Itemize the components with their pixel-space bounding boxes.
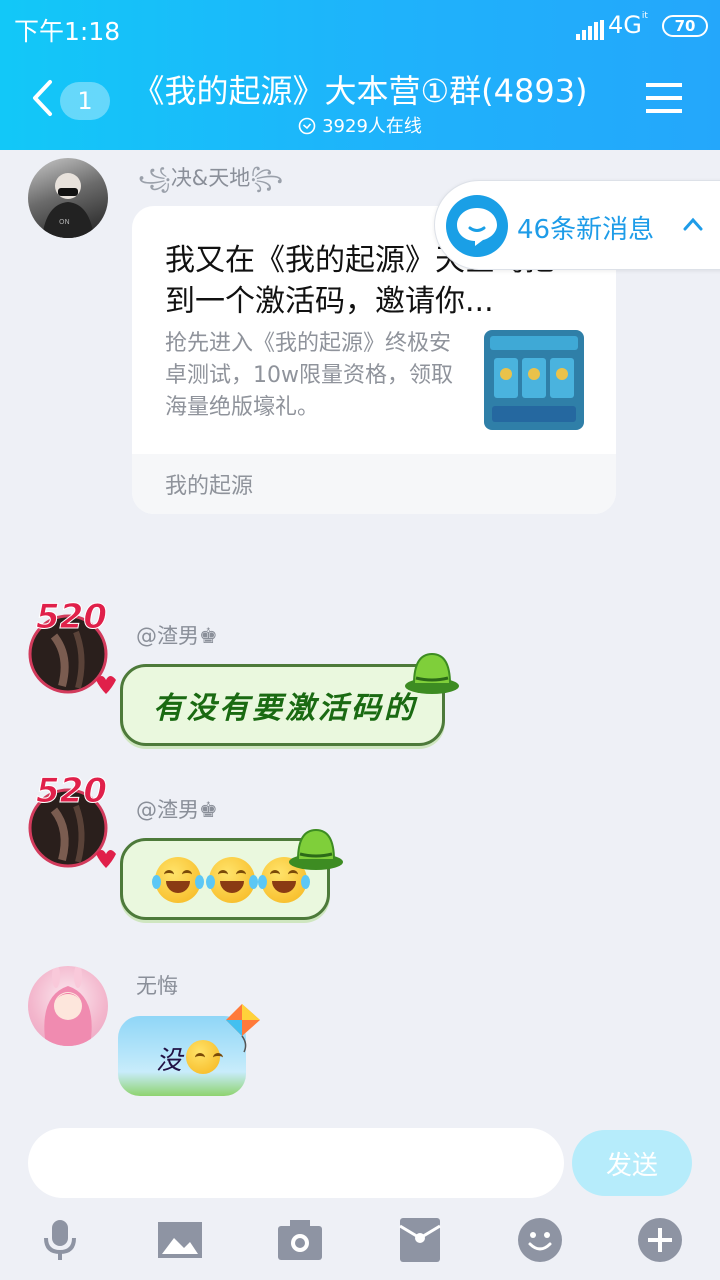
avatar[interactable] bbox=[28, 966, 108, 1046]
emoji-icon[interactable] bbox=[516, 1216, 564, 1264]
laughing-crying-emoji-icon bbox=[186, 1040, 223, 1074]
kite-icon bbox=[226, 1004, 260, 1053]
avatar[interactable]: 520 bbox=[26, 770, 116, 870]
online-count-label: 3929人在线 bbox=[322, 116, 422, 137]
svg-text:520: 520 bbox=[36, 771, 107, 811]
chat-header: 下午1:18 4Git 70 1 《我的起源》大本营①群(4893) 3929人… bbox=[0, 0, 720, 150]
plus-icon[interactable] bbox=[636, 1216, 684, 1264]
green-hat-icon bbox=[405, 652, 459, 694]
svg-text:ON: ON bbox=[59, 218, 70, 226]
avatar[interactable]: 520 bbox=[26, 596, 116, 696]
message-text: 有没有要激活码的 bbox=[153, 691, 417, 726]
message-input[interactable] bbox=[28, 1128, 564, 1198]
message-text: 没 bbox=[156, 1046, 183, 1076]
group-title[interactable]: 《我的起源》大本营①群(4893) bbox=[0, 66, 720, 112]
avatar-520-frame: 520 bbox=[28, 597, 116, 694]
online-count: 3929人在线 bbox=[0, 112, 720, 138]
new-messages-label: 46条新消息 bbox=[517, 215, 655, 245]
laughing-crying-emoji-icon bbox=[206, 857, 258, 903]
red-packet-icon[interactable] bbox=[396, 1216, 444, 1264]
menu-icon[interactable] bbox=[646, 82, 682, 114]
card-thumbnail bbox=[484, 330, 584, 430]
avatar-figure: ON bbox=[42, 173, 94, 238]
card-description: 抢先进入《我的起源》终极安卓测试，10w限量资格，领取海量绝版壕礼。 bbox=[165, 331, 453, 420]
sender-name: ꧁决&天地꧂ bbox=[138, 166, 284, 190]
laughing-crying-emoji-icon bbox=[152, 857, 204, 903]
chevron-up-icon bbox=[683, 217, 703, 231]
new-messages-button[interactable]: 46条新消息 bbox=[434, 180, 720, 270]
avatar-anime-girl bbox=[44, 966, 92, 1046]
avatar[interactable]: ON bbox=[28, 158, 108, 238]
message-bubble[interactable]: 有没有要激活码的 bbox=[120, 664, 445, 746]
bottom-toolbar bbox=[0, 1210, 720, 1270]
avatar-520-frame: 520 bbox=[28, 771, 116, 868]
network-type: 4Git bbox=[608, 11, 648, 39]
svg-text:520: 520 bbox=[36, 597, 107, 637]
status-time: 下午1:18 bbox=[14, 17, 121, 46]
microphone-icon[interactable] bbox=[36, 1216, 84, 1264]
battery-indicator: 70 bbox=[662, 15, 708, 37]
camera-icon[interactable] bbox=[276, 1216, 324, 1264]
check-circle-icon bbox=[298, 117, 316, 135]
card-source: 我的起源 bbox=[165, 474, 254, 499]
chat-bubble-icon bbox=[446, 195, 508, 257]
image-icon[interactable] bbox=[156, 1216, 204, 1264]
sender-name: 无悔 bbox=[136, 974, 178, 998]
status-bar: 下午1:18 4Git 70 bbox=[0, 8, 720, 46]
sender-name: @渣男♚ bbox=[136, 624, 218, 648]
send-button[interactable]: 发送 bbox=[572, 1130, 692, 1196]
card-footer: 我的起源 bbox=[132, 454, 616, 514]
green-hat-icon bbox=[289, 828, 343, 870]
sender-name: @渣男♚ bbox=[136, 798, 218, 822]
signal-icon bbox=[576, 20, 604, 40]
